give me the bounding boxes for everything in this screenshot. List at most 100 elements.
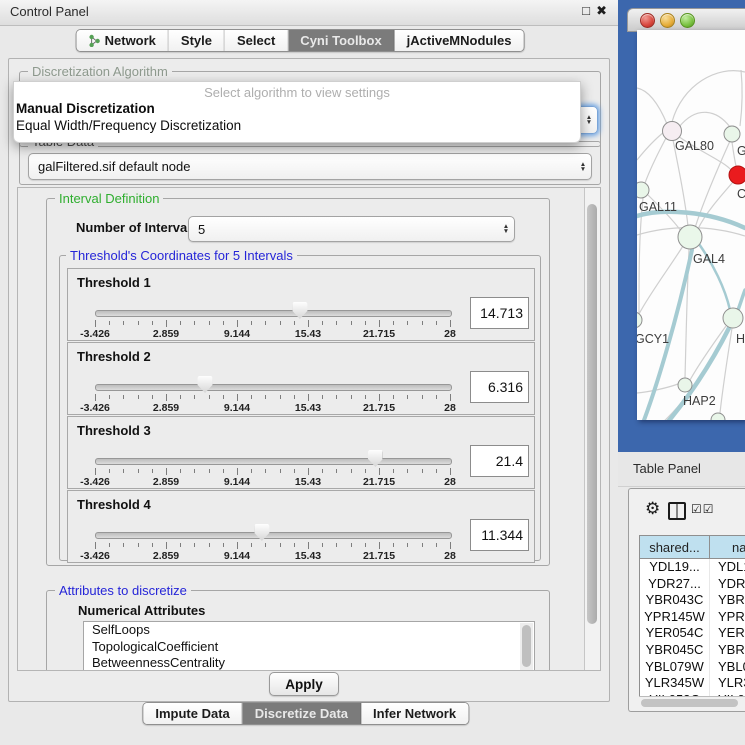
table-row[interactable]: YLR345WYLR3: [640, 675, 745, 692]
threshold-value-field[interactable]: 11.344: [470, 519, 529, 551]
slider-track[interactable]: [95, 458, 452, 465]
apply-button[interactable]: Apply: [269, 672, 339, 696]
slider-scale-label: 15.43: [295, 476, 321, 488]
close-icon[interactable]: ✖: [596, 3, 607, 19]
GCY1-node[interactable]: [637, 312, 642, 328]
close-traffic-icon[interactable]: [640, 13, 655, 28]
num-intervals-combobox[interactable]: 5 ▲▼: [188, 216, 515, 242]
GAL4-node[interactable]: [678, 225, 702, 249]
threshold-slider[interactable]: -3.4262.8599.14415.4321.71528: [95, 307, 450, 337]
table-cell[interactable]: YLR345W: [640, 675, 710, 692]
table-cell[interactable]: YBL0: [710, 659, 745, 676]
tab-discretize-data[interactable]: Discretize Data: [243, 703, 361, 724]
network-edge[interactable]: [637, 132, 664, 160]
table-cell[interactable]: YBL079W: [640, 659, 710, 676]
GAL11-node[interactable]: [637, 182, 649, 198]
node[interactable]: [724, 126, 740, 142]
table-cell[interactable]: YPR145W: [640, 609, 710, 626]
table-row[interactable]: YBR045CYBR0: [640, 642, 745, 659]
table-cell[interactable]: YBR0: [710, 642, 745, 659]
HAP2-node[interactable]: [678, 378, 692, 392]
table-hscrollbar[interactable]: [639, 696, 745, 709]
table-cell[interactable]: YBR045C: [640, 642, 710, 659]
tab-style[interactable]: Style: [169, 30, 225, 51]
network-canvas[interactable]: GAL80GACGAL11GAL4GCY1HHAP2: [637, 30, 745, 420]
node-table[interactable]: shared... na YDL19...YDL1YDR27...YDR2YBR…: [639, 535, 745, 697]
table-row[interactable]: YER054CYER0: [640, 625, 745, 642]
dropdown-item[interactable]: Equal Width/Frequency Discretization: [14, 117, 580, 134]
network-edge[interactable]: [639, 246, 683, 314]
node[interactable]: [711, 413, 725, 420]
table-cell[interactable]: YDR2: [710, 576, 745, 593]
threshold-slider[interactable]: -3.4262.8599.14415.4321.71528: [95, 455, 450, 485]
tab-cyni-toolbox[interactable]: Cyni Toolbox: [288, 30, 394, 51]
attribute-item[interactable]: SelfLoops: [84, 622, 534, 639]
network-edge[interactable]: [690, 326, 726, 380]
column-header-shared-name[interactable]: shared...: [640, 536, 710, 558]
tab-label: Network: [105, 33, 156, 48]
table-row[interactable]: YBL079WYBL0: [640, 659, 745, 676]
attribute-item[interactable]: TopologicalCoefficient: [84, 639, 534, 656]
table-cell[interactable]: YER0: [710, 625, 745, 642]
slider-tick: [436, 543, 437, 547]
slider-track[interactable]: [95, 384, 452, 391]
slider-tick: [294, 543, 295, 547]
list-scrollbar[interactable]: [520, 623, 533, 671]
network-window-titlebar[interactable]: [627, 8, 745, 32]
tab-jactivemnodules[interactable]: jActiveMNodules: [395, 30, 524, 51]
zoom-traffic-icon[interactable]: [680, 13, 695, 28]
list-scrollbar-thumb[interactable]: [522, 625, 531, 667]
threshold-value-field[interactable]: 14.713: [470, 297, 529, 329]
tab-select[interactable]: Select: [225, 30, 288, 51]
attribute-item[interactable]: BetweennessCentrality: [84, 655, 534, 671]
slider-scale-label: 2.859: [153, 550, 179, 562]
gear-icon[interactable]: ⚙: [645, 499, 660, 519]
attributes-listbox[interactable]: SelfLoopsTopologicalCoefficientBetweenne…: [83, 621, 535, 671]
network-edge[interactable]: [637, 88, 667, 124]
slider-track[interactable]: [95, 310, 452, 317]
tab-infer-network[interactable]: Infer Network: [361, 703, 468, 724]
slider-track[interactable]: [95, 532, 452, 539]
table-cell[interactable]: YPR1: [710, 609, 745, 626]
threshold-slider[interactable]: -3.4262.8599.14415.4321.71528: [95, 529, 450, 559]
table-cell[interactable]: YBR043C: [640, 592, 710, 609]
minimize-traffic-icon[interactable]: [660, 13, 675, 28]
settings-scrollbar[interactable]: [584, 188, 600, 670]
table-cell[interactable]: YBR0: [710, 592, 745, 609]
table-cell[interactable]: YLR3: [710, 675, 745, 692]
threshold-value-field[interactable]: 21.4: [470, 445, 529, 477]
select-checkboxes-icon[interactable]: ☑☑: [691, 502, 715, 516]
table-data-combobox[interactable]: galFiltered.sif default node ▲▼: [28, 153, 592, 180]
table-hscrollbar-thumb[interactable]: [641, 699, 738, 707]
table-row[interactable]: YDL19...YDL1: [640, 559, 745, 576]
tab-network[interactable]: Network: [77, 30, 169, 51]
table-cell[interactable]: YDR27...: [640, 576, 710, 593]
network-edge[interactable]: [645, 138, 666, 183]
float-window-icon[interactable]: □: [582, 3, 590, 18]
GAL80-node[interactable]: [663, 122, 682, 141]
network-edge[interactable]: [740, 70, 742, 126]
node-label: HAP2: [683, 394, 716, 408]
slider-tick: [265, 469, 266, 473]
slider-tick: [436, 395, 437, 399]
dropdown-item[interactable]: Manual Discretization: [14, 100, 580, 117]
network-edge[interactable]: [672, 71, 745, 122]
table-cell[interactable]: YDL19...: [640, 559, 710, 576]
slider-scale-label: 2.859: [153, 476, 179, 488]
table-cell[interactable]: YDL1: [710, 559, 745, 576]
settings-scrollbar-thumb[interactable]: [587, 204, 597, 624]
table-cell[interactable]: YER054C: [640, 625, 710, 642]
node[interactable]: [723, 308, 743, 328]
table-row[interactable]: YPR145WYPR1: [640, 609, 745, 626]
column-header-name[interactable]: na: [710, 536, 745, 558]
red-node[interactable]: [729, 166, 745, 184]
network-edge[interactable]: [679, 112, 730, 127]
table-row[interactable]: YDR27...YDR2: [640, 576, 745, 593]
threshold-value-field[interactable]: 6.316: [470, 371, 529, 403]
network-edge[interactable]: [732, 142, 736, 166]
tab-impute-data[interactable]: Impute Data: [143, 703, 242, 724]
columns-icon[interactable]: [668, 502, 686, 520]
table-row[interactable]: YBR043CYBR0: [640, 592, 745, 609]
network-edge-thick[interactable]: [738, 290, 745, 310]
threshold-slider[interactable]: -3.4262.8599.14415.4321.71528: [95, 381, 450, 411]
